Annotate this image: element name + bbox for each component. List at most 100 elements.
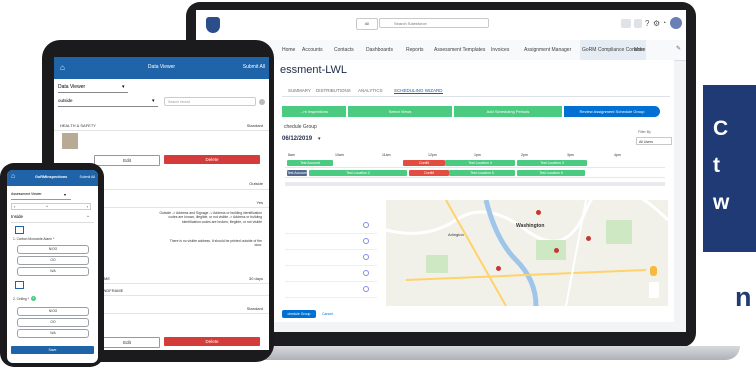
schedule-bar[interactable]: Test Location 5 [449, 170, 515, 176]
clear-search-icon[interactable] [259, 99, 265, 105]
cancel-button[interactable]: Cancel [322, 310, 333, 318]
nav-item-contacts[interactable]: Contacts [334, 40, 354, 60]
street-view-icon[interactable] [650, 266, 657, 276]
delete-button[interactable]: Delete [164, 155, 260, 164]
tab-summary[interactable]: SUMMARY [288, 88, 311, 93]
scope-select[interactable]: outside [58, 98, 158, 107]
bell-icon[interactable]: ◔ [662, 19, 666, 28]
path-step-3[interactable]: Add Scheduling Periods [454, 106, 562, 117]
schedule-bar[interactable]: Test Location 3 [517, 160, 587, 166]
time-label: 1pm [474, 153, 481, 157]
map-label-arlington: Arlington [448, 232, 464, 237]
path-step-2[interactable]: Select Views [348, 106, 452, 117]
question-2: 2. Ceiling * [13, 297, 29, 301]
option-na[interactable]: N/A [17, 267, 89, 276]
list-item[interactable] [285, 234, 377, 250]
map-pin-icon[interactable] [554, 248, 559, 253]
path-step-4[interactable]: Review Assignment Schedule Group [564, 106, 660, 117]
schedule-bar[interactable]: Test Account [287, 170, 307, 176]
delete-button[interactable]: Delete [164, 337, 260, 346]
time-label: 2pm [521, 153, 528, 157]
tab-analytics[interactable]: ANALYTICS [358, 88, 383, 93]
option-noo[interactable]: N/OO [17, 245, 89, 254]
time-label: 12pm [428, 153, 437, 157]
phone-title: GoRMInspections [35, 175, 68, 179]
section-header[interactable]: Inside [11, 214, 94, 223]
submit-all-link[interactable]: Submit All [243, 64, 265, 70]
global-search-input[interactable]: Search Salesforce [379, 18, 489, 28]
zoom-controls[interactable] [649, 282, 659, 298]
nav-item-invoices[interactable]: Invoices [491, 40, 509, 60]
image-icon[interactable] [15, 226, 24, 234]
map-pin-icon[interactable] [496, 266, 501, 271]
schedule-bar[interactable]: Conflit [403, 160, 445, 166]
collapse-icon[interactable]: ^ [87, 214, 89, 219]
list-item[interactable] [285, 282, 377, 298]
avatar[interactable] [670, 17, 682, 29]
gear-icon[interactable]: ⚙ [653, 19, 660, 28]
nav-item-assessment-templates[interactable]: Assessment Templates [434, 40, 485, 60]
time-label: 4pm [614, 153, 621, 157]
search-input[interactable]: Search record [164, 97, 256, 106]
viewer-select[interactable]: Assessment Viewer [11, 192, 71, 200]
tab-divider [282, 96, 670, 97]
option-na[interactable]: N/A [17, 329, 89, 338]
path-step-1[interactable]: ...nt Inspections [282, 106, 346, 117]
schedule-bar[interactable]: Conflit [409, 170, 449, 176]
pager[interactable]: ‹ ^ › [11, 203, 91, 210]
option-oo[interactable]: OO [17, 256, 89, 265]
header-icons[interactable]: ? ⚙ ◔ [621, 17, 682, 29]
schedule-bar[interactable]: Test Location 2 [309, 170, 407, 176]
time-label: 10am [335, 153, 344, 157]
filter-select[interactable]: All Users [636, 137, 672, 145]
promo-line-3: w [713, 191, 730, 214]
tab-scheduling-wizard[interactable]: SCHEDULING WIZARD [394, 88, 443, 94]
nav-item-assignment-manager[interactable]: Assignment Manager [524, 40, 571, 60]
map-pin-icon[interactable] [586, 236, 591, 241]
nav-item-reports[interactable]: Reports [406, 40, 424, 60]
app-logo-icon [206, 17, 220, 33]
schedule-bar[interactable]: Test Location 6 [517, 170, 585, 176]
gantt-scrollbar[interactable] [285, 182, 665, 186]
chevron-up-icon[interactable]: ^ [46, 204, 48, 209]
list-item[interactable] [285, 218, 377, 234]
nav-item-more[interactable]: More [634, 40, 645, 60]
edit-nav-icon[interactable]: ✎ [676, 45, 681, 52]
health-label: HEALTH & SAFETY [60, 123, 96, 128]
list-item[interactable] [285, 250, 377, 266]
photo-thumbnail[interactable] [62, 133, 78, 149]
home-icon[interactable]: ⌂ [11, 173, 15, 180]
gantt-row: Test Account Conflit Test Location 4 Tes… [285, 159, 665, 168]
nav-item-dashboards[interactable]: Dashboards [366, 40, 393, 60]
promo-text: n [735, 282, 752, 312]
favorites-icon[interactable] [621, 19, 631, 28]
map-pin-icon[interactable] [536, 210, 541, 215]
nav-item-home[interactable]: Home [282, 40, 295, 60]
chevron-right-icon[interactable]: › [87, 204, 88, 209]
option-oo[interactable]: OO [17, 318, 89, 327]
submit-all-link[interactable]: Submit All [79, 175, 95, 179]
date-field[interactable]: 06/12/2019 [282, 136, 312, 142]
viewer-select[interactable]: Data Viewer [58, 84, 128, 93]
help-icon[interactable]: ? [645, 19, 649, 28]
save-button[interactable]: Save [11, 346, 94, 354]
status-icon [363, 222, 369, 228]
image-icon[interactable] [15, 281, 24, 289]
edit-button[interactable]: Edit [94, 155, 160, 166]
add-icon[interactable] [634, 19, 642, 28]
schedule-group-button[interactable]: chedule Group [282, 310, 316, 318]
tab-distributions[interactable]: DISTRIBUTIONS [316, 88, 351, 93]
map-graphic [386, 200, 668, 306]
map[interactable]: Arlington Washington [386, 200, 668, 306]
schedule-bar[interactable]: Test Location 4 [445, 160, 515, 166]
time-label: 8am [288, 153, 295, 157]
nav-item-accounts[interactable]: Accounts [302, 40, 323, 60]
chevron-left-icon[interactable]: ‹ [14, 204, 15, 209]
search-scope-select[interactable]: All [356, 18, 378, 30]
map-label-washington: Washington [516, 223, 545, 229]
option-noo[interactable]: N/OO [17, 307, 89, 316]
gantt-row: Test Account Test Location 2 Conflit Tes… [285, 169, 665, 178]
list-item[interactable] [285, 266, 377, 282]
schedule-bar[interactable]: Test Account [287, 160, 333, 166]
date-dropdown-icon[interactable]: ▾ [318, 136, 321, 142]
